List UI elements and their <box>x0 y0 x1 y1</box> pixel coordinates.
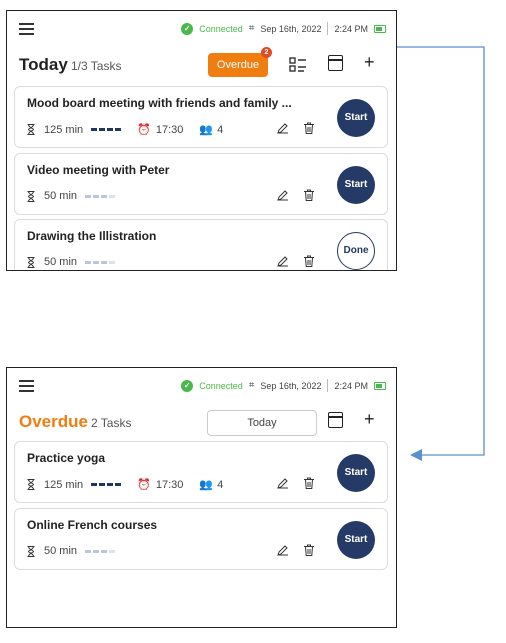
hourglass-icon <box>27 479 35 490</box>
battery-icon <box>374 24 386 33</box>
connection-status: Connected <box>199 380 243 391</box>
task-meta: 125 min ⏰ 17:30 👥 4 <box>27 123 223 136</box>
delete-icon[interactable] <box>303 122 315 134</box>
top-bar: ✓ Connected ⌗ Sep 16th, 2022 2:24 PM <box>7 368 396 404</box>
people-icon: 👥 <box>199 479 214 491</box>
top-bar: ✓ Connected ⌗ Sep 16th, 2022 2:24 PM <box>7 11 396 47</box>
page-header: Overdue 2 Tasks Today + <box>7 409 396 436</box>
task-card[interactable]: Online French courses 50 min Start <box>14 508 388 570</box>
task-card[interactable]: Mood board meeting with friends and fami… <box>14 86 388 148</box>
connected-check-icon: ✓ <box>181 22 194 35</box>
alarm-clock-icon: ⏰ <box>137 124 151 136</box>
scan-icon[interactable]: ⌗ <box>249 380 255 391</box>
task-time: 17:30 <box>155 478 184 491</box>
hamburger-menu-icon[interactable] <box>19 23 34 35</box>
priority-indicator <box>91 483 122 486</box>
time-label: 2:24 PM <box>334 23 368 34</box>
edit-icon[interactable] <box>277 122 289 134</box>
start-button[interactable]: Start <box>337 99 375 137</box>
task-name: Practice yoga <box>27 451 106 465</box>
edit-icon[interactable] <box>277 255 289 267</box>
page-header: Today 1/3 Tasks Overdue 2 + <box>7 47 396 79</box>
task-actions <box>277 122 315 134</box>
status-bar: ✓ Connected ⌗ Sep 16th, 2022 2:24 PM <box>181 22 386 35</box>
task-card[interactable]: Video meeting with Peter 50 min Start <box>14 153 388 215</box>
status-bar: ✓ Connected ⌗ Sep 16th, 2022 2:24 PM <box>181 379 386 392</box>
task-duration: 125 min <box>44 478 84 491</box>
overdue-button[interactable]: Overdue <box>208 53 268 77</box>
hourglass-icon <box>27 545 35 557</box>
overdue-count-badge: 2 <box>261 47 272 58</box>
start-button[interactable]: Start <box>337 166 375 204</box>
task-name: Mood board meeting with friends and fami… <box>27 96 292 110</box>
task-actions <box>277 255 315 267</box>
date-label: Sep 16th, 2022 <box>260 380 322 391</box>
add-task-icon[interactable]: + <box>364 409 375 430</box>
hamburger-menu-icon[interactable] <box>19 380 34 392</box>
alarm-clock-icon: ⏰ <box>137 479 151 491</box>
add-task-icon[interactable]: + <box>364 52 375 73</box>
priority-indicator <box>85 260 116 264</box>
task-duration: 50 min <box>44 256 78 268</box>
delete-icon[interactable] <box>303 189 315 201</box>
people-icon: 👥 <box>199 124 214 136</box>
edit-icon[interactable] <box>277 189 289 201</box>
page-title: Overdue <box>19 412 88 431</box>
list-view-icon[interactable] <box>289 57 307 73</box>
task-name: Video meeting with Peter <box>27 163 170 177</box>
task-duration: 50 min <box>44 190 78 202</box>
task-meta: 50 min <box>27 545 116 557</box>
task-actions <box>277 477 315 489</box>
task-meta: 50 min <box>27 190 116 202</box>
time-label: 2:24 PM <box>334 380 368 391</box>
task-card[interactable]: Practice yoga 125 min ⏰ 17:30 👥 4 Start <box>14 441 388 503</box>
task-card[interactable]: Drawing the Illistration 50 min Done <box>14 219 388 270</box>
task-meta: 125 min ⏰ 17:30 👥 4 <box>27 478 223 491</box>
today-screen: ✓ Connected ⌗ Sep 16th, 2022 2:24 PM Tod… <box>6 10 397 271</box>
priority-indicator <box>85 549 116 553</box>
task-meta: 50 min <box>27 256 116 268</box>
delete-icon[interactable] <box>303 255 315 267</box>
calendar-icon[interactable] <box>328 55 343 71</box>
task-time: 17:30 <box>155 123 184 136</box>
hourglass-icon <box>27 256 35 268</box>
task-name: Online French courses <box>27 518 158 532</box>
calendar-icon[interactable] <box>328 412 343 428</box>
task-duration: 50 min <box>44 545 78 557</box>
edit-icon[interactable] <box>277 544 289 556</box>
start-button[interactable]: Start <box>337 454 375 492</box>
delete-icon[interactable] <box>303 544 315 556</box>
task-people: 4 <box>217 478 224 491</box>
priority-indicator <box>85 194 116 198</box>
task-name: Drawing the Illistration <box>27 229 157 243</box>
overdue-screen: ✓ Connected ⌗ Sep 16th, 2022 2:24 PM Ove… <box>6 367 397 628</box>
today-button[interactable]: Today <box>207 410 317 436</box>
connected-check-icon: ✓ <box>181 379 194 392</box>
battery-icon <box>374 381 386 390</box>
task-people: 4 <box>217 123 224 136</box>
page-title: Today <box>19 55 68 74</box>
task-count: 2 Tasks <box>91 416 132 430</box>
priority-indicator <box>91 128 122 131</box>
divider <box>327 22 329 35</box>
delete-icon[interactable] <box>303 477 315 489</box>
scan-icon[interactable]: ⌗ <box>249 23 255 34</box>
connection-status: Connected <box>199 23 243 34</box>
task-actions <box>277 544 315 556</box>
hourglass-icon <box>27 124 35 135</box>
divider <box>327 379 329 392</box>
task-duration: 125 min <box>44 123 84 136</box>
edit-icon[interactable] <box>277 477 289 489</box>
task-count: 1/3 Tasks <box>71 59 122 73</box>
date-label: Sep 16th, 2022 <box>260 23 322 34</box>
done-button[interactable]: Done <box>337 232 375 270</box>
task-actions <box>277 189 315 201</box>
start-button[interactable]: Start <box>337 521 375 559</box>
hourglass-icon <box>27 190 35 202</box>
